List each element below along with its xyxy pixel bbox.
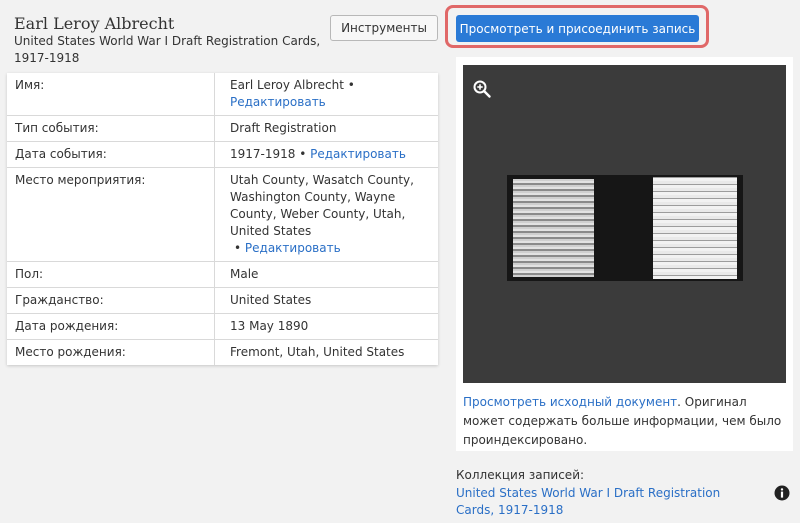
row-value: 1917-1918 xyxy=(230,147,296,161)
row-value: 13 May 1890 xyxy=(214,313,438,340)
person-name: Earl Leroy Albrecht xyxy=(14,14,175,33)
table-row: Место мероприятия: Utah County, Wasatch … xyxy=(7,167,438,262)
record-details-table: Имя: Earl Leroy Albrecht • Редактировать… xyxy=(7,73,438,365)
table-row: Место рождения: Fremont, Utah, United St… xyxy=(7,339,438,365)
row-value-cell: 1917-1918 • Редактировать xyxy=(214,141,438,168)
table-row: Дата рождения: 13 May 1890 xyxy=(7,313,438,340)
viewer-caption: Просмотреть исходный документ. Оригинал … xyxy=(463,393,786,450)
view-original-document-link[interactable]: Просмотреть исходный документ xyxy=(463,395,677,409)
zoom-in-icon[interactable] xyxy=(472,79,492,99)
row-label: Место мероприятия: xyxy=(7,167,215,262)
bullet-separator: • xyxy=(295,147,311,161)
row-value-cell: Earl Leroy Albrecht • Редактировать xyxy=(214,73,438,116)
document-page-right xyxy=(653,177,737,279)
info-icon[interactable] xyxy=(774,485,790,501)
row-value: Draft Registration xyxy=(214,115,438,142)
edit-event-place-link[interactable]: Редактировать xyxy=(245,241,341,255)
document-thumbnail[interactable] xyxy=(507,175,743,281)
collection-subtitle: United States World War I Draft Registra… xyxy=(14,34,321,65)
row-label: Гражданство: xyxy=(7,287,215,314)
row-value: Utah County, Wasatch County, Washington … xyxy=(230,173,414,238)
row-label: Дата события: xyxy=(7,141,215,168)
edit-event-date-link[interactable]: Редактировать xyxy=(310,147,406,161)
row-value: United States xyxy=(214,287,438,314)
edit-name-link[interactable]: Редактировать xyxy=(230,95,326,109)
table-row: Дата события: 1917-1918 • Редактировать xyxy=(7,141,438,168)
image-viewer-panel: Просмотреть исходный документ. Оригинал … xyxy=(456,57,793,451)
view-attach-record-button[interactable]: Просмотреть и присоединить запись xyxy=(456,15,699,42)
row-label: Дата рождения: xyxy=(7,313,215,340)
document-page-left xyxy=(513,179,594,277)
table-row: Тип события: Draft Registration xyxy=(7,115,438,142)
row-label: Тип события: xyxy=(7,115,215,142)
row-value-cell: Utah County, Wasatch County, Washington … xyxy=(214,167,438,262)
row-value: Male xyxy=(214,261,438,288)
table-row: Гражданство: United States xyxy=(7,287,438,314)
document-image-viewer[interactable] xyxy=(463,65,786,383)
table-row: Имя: Earl Leroy Albrecht • Редактировать xyxy=(7,73,438,116)
tools-button[interactable]: Инструменты xyxy=(330,15,438,41)
bullet-separator: • xyxy=(234,241,245,255)
bullet-separator: • xyxy=(343,78,355,92)
row-label: Место рождения: xyxy=(7,339,215,365)
record-collection-label: Коллекция записей: xyxy=(456,468,585,482)
record-collection-link[interactable]: United States World War I Draft Registra… xyxy=(456,485,756,519)
table-row: Пол: Male xyxy=(7,261,438,288)
row-value: Earl Leroy Albrecht xyxy=(230,78,344,92)
row-value: Fremont, Utah, United States xyxy=(230,345,405,359)
row-label: Имя: xyxy=(7,73,215,116)
row-label: Пол: xyxy=(7,261,215,288)
